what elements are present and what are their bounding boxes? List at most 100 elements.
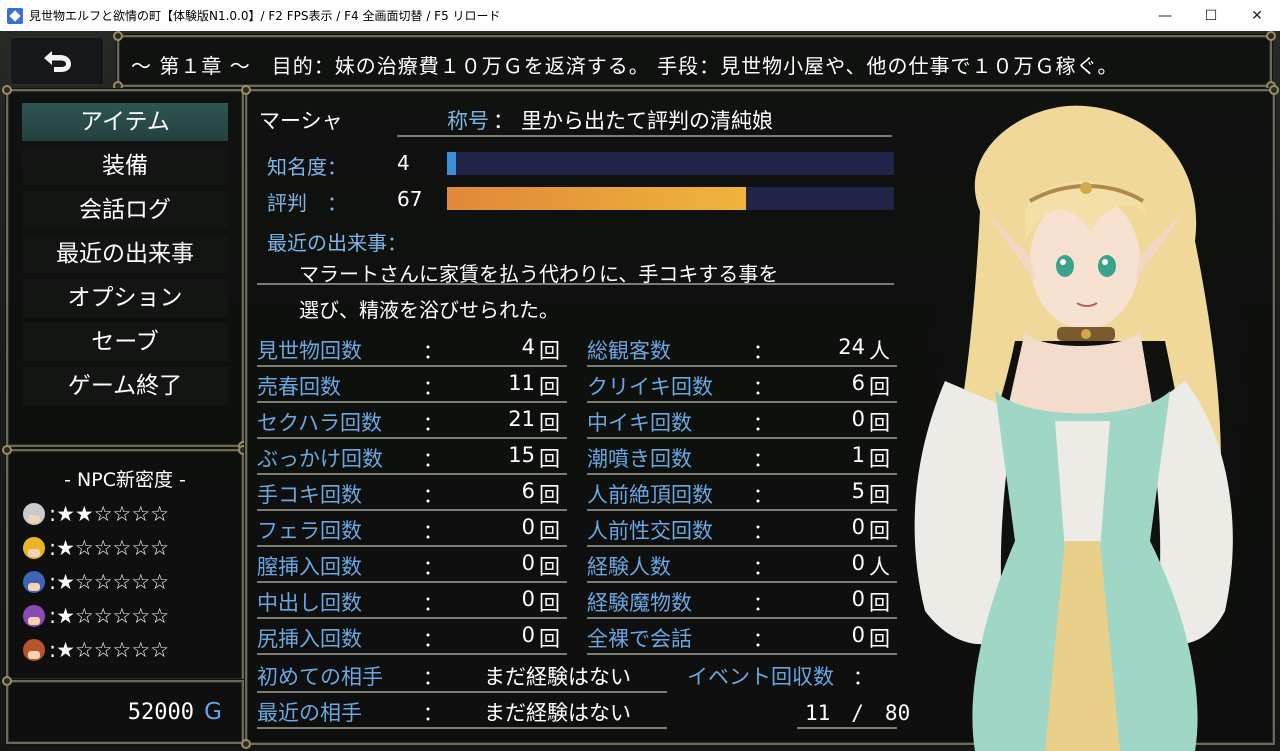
divider bbox=[257, 727, 667, 729]
stat-colon: ： bbox=[423, 447, 443, 471]
stat-label: 膣挿入回数 bbox=[257, 555, 362, 579]
divider bbox=[257, 617, 567, 619]
npc-row: :★☆☆☆☆☆ bbox=[22, 635, 169, 665]
main-menu: アイテム 装備 会話ログ 最近の出来事 オプション セーブ ゲーム終了 bbox=[2, 85, 248, 451]
silver-hair-npc-icon bbox=[22, 502, 46, 526]
stat-value: 21 bbox=[508, 407, 535, 431]
stat-label: 経験人数 bbox=[587, 555, 671, 579]
title-value: 里から出たて評判の清純娘 bbox=[521, 109, 773, 133]
frame-ornament bbox=[2, 85, 12, 95]
divider bbox=[587, 581, 897, 583]
stat-colon: ： bbox=[753, 555, 773, 579]
stat-label: 経験魔物数 bbox=[587, 591, 692, 615]
stat-unit: 回 bbox=[539, 411, 560, 435]
back-button[interactable] bbox=[10, 37, 104, 85]
menu-item-save[interactable]: セーブ bbox=[22, 323, 228, 361]
divider bbox=[587, 545, 897, 547]
stat-unit: 回 bbox=[539, 555, 560, 579]
stat-colon: ： bbox=[753, 447, 773, 471]
event-collection-label: イベント回収数 bbox=[687, 665, 834, 689]
menu-item-recent-events[interactable]: 最近の出来事 bbox=[22, 235, 228, 273]
stat-value: 0 bbox=[521, 587, 535, 611]
npc-intimacy-panel: - NPC新密度 - :★★☆☆☆☆ :★☆☆☆☆☆ :★☆☆☆☆☆ :★☆☆☆… bbox=[2, 445, 248, 681]
stat-value: 0 bbox=[851, 551, 865, 575]
stat-label: フェラ回数 bbox=[257, 519, 362, 543]
frame-ornament bbox=[2, 445, 12, 455]
stat-label: 人前絶頂回数 bbox=[587, 483, 713, 507]
reputation-value: 67 bbox=[397, 187, 423, 211]
menu-item-equipment[interactable]: 装備 bbox=[22, 147, 228, 185]
gold-panel: 52000 G bbox=[2, 676, 244, 744]
stat-label: 中出し回数 bbox=[257, 591, 362, 615]
stat-colon: ： bbox=[423, 483, 443, 507]
recent-event-line-2: 選び、精液を浴びせられた。 bbox=[299, 298, 559, 322]
stat-unit: 回 bbox=[539, 483, 560, 507]
npc-stars: :★☆☆☆☆☆ bbox=[49, 536, 170, 560]
stat-value: 6 bbox=[851, 371, 865, 395]
reputation-label: 評判 ： bbox=[267, 191, 347, 215]
close-button[interactable]: ✕ bbox=[1234, 0, 1280, 31]
fame-bar bbox=[447, 152, 894, 175]
stat-colon: ： bbox=[423, 555, 443, 579]
stat-unit: 回 bbox=[539, 375, 560, 399]
stat-colon: ： bbox=[753, 627, 773, 651]
stat-colon: ： bbox=[423, 375, 443, 399]
divider bbox=[587, 401, 897, 403]
minimize-button[interactable]: — bbox=[1142, 0, 1188, 31]
divider bbox=[257, 365, 567, 367]
elf-character-portrait bbox=[914, 105, 1233, 751]
fame-value: 4 bbox=[397, 151, 410, 175]
stat-value: 4 bbox=[521, 335, 535, 359]
divider bbox=[257, 581, 567, 583]
first-partner-colon: ： bbox=[423, 665, 443, 689]
stat-value: 0 bbox=[521, 623, 535, 647]
recent-event-label: 最近の出来事： bbox=[267, 231, 407, 255]
objective-banner: ～ 第１章 ～ 目的：妹の治療費１０万Ｇを返済する。 手段：見世物小屋や、他の仕… bbox=[113, 31, 1276, 91]
stat-colon: ： bbox=[423, 627, 443, 651]
stat-value: 15 bbox=[508, 443, 535, 467]
stat-value: 0 bbox=[851, 407, 865, 431]
maximize-button[interactable]: ☐ bbox=[1188, 0, 1234, 31]
divider bbox=[587, 617, 897, 619]
npc-stars: :★☆☆☆☆☆ bbox=[49, 604, 170, 628]
stat-label: 潮噴き回数 bbox=[587, 447, 692, 471]
stat-value: 0 bbox=[851, 515, 865, 539]
reputation-bar bbox=[447, 187, 894, 210]
npc-stars: :★★☆☆☆☆ bbox=[49, 502, 170, 526]
frame-ornament bbox=[113, 31, 123, 41]
blonde-npc-icon bbox=[22, 536, 46, 560]
npc-stars: :★☆☆☆☆☆ bbox=[49, 638, 170, 662]
menu-item-items[interactable]: アイテム bbox=[22, 103, 228, 141]
npc-row: :★★☆☆☆☆ bbox=[22, 499, 169, 529]
stat-colon: ： bbox=[753, 411, 773, 435]
divider bbox=[257, 545, 567, 547]
divider bbox=[587, 473, 897, 475]
menu-item-quit-game[interactable]: ゲーム終了 bbox=[22, 367, 228, 405]
npc-row: :★☆☆☆☆☆ bbox=[22, 567, 169, 597]
stat-unit: 回 bbox=[539, 591, 560, 615]
fame-label: 知名度： bbox=[267, 155, 347, 179]
stat-value: 0 bbox=[521, 515, 535, 539]
stat-label: 尻挿入回数 bbox=[257, 627, 362, 651]
gold-unit: G bbox=[204, 699, 222, 725]
divider bbox=[257, 283, 894, 285]
frame-ornament bbox=[241, 739, 251, 749]
menu-item-options[interactable]: オプション bbox=[22, 279, 228, 317]
fame-bar-fill bbox=[447, 152, 456, 175]
window-title: 見世物エルフと欲情の町【体験版N1.0.0】/ F2 FPS表示 / F4 全画… bbox=[29, 9, 501, 23]
stat-label: 人前性交回数 bbox=[587, 519, 713, 543]
divider bbox=[587, 653, 897, 655]
stat-colon: ： bbox=[753, 339, 773, 363]
game-screen: ～ 第１章 ～ 目的：妹の治療費１０万Ｇを返済する。 手段：見世物小屋や、他の仕… bbox=[0, 31, 1280, 751]
stat-value: 5 bbox=[851, 479, 865, 503]
menu-item-conversation-log[interactable]: 会話ログ bbox=[22, 191, 228, 229]
first-partner-label: 初めての相手 bbox=[257, 665, 383, 689]
stat-value: 0 bbox=[851, 623, 865, 647]
stat-value: 24 bbox=[838, 335, 865, 359]
back-arrow-icon bbox=[44, 51, 71, 72]
divider bbox=[257, 473, 567, 475]
stat-label: クリイキ回数 bbox=[587, 375, 713, 399]
divider bbox=[257, 691, 667, 693]
divider bbox=[257, 401, 567, 403]
recent-partner-label: 最近の相手 bbox=[257, 701, 362, 725]
